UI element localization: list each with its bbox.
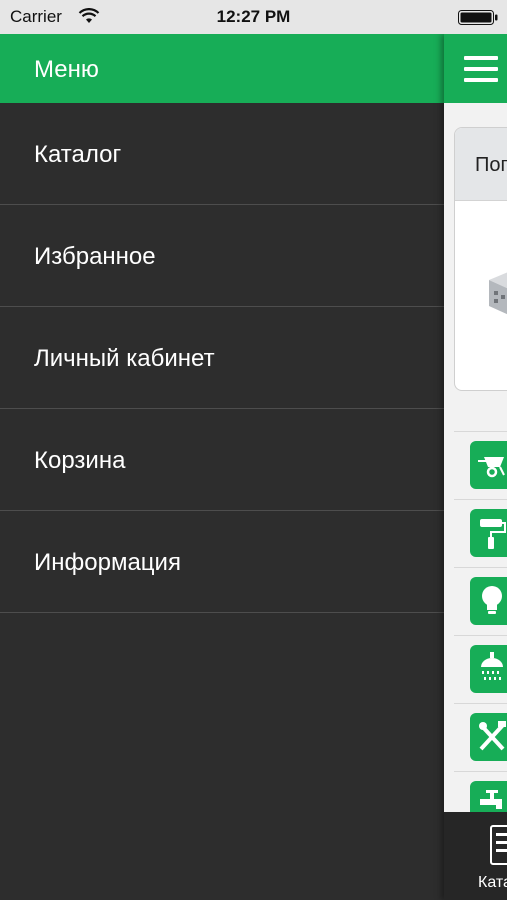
app-screen: Carrier 12:27 PM Меню Каталог Избранное …	[0, 0, 507, 900]
category-row[interactable]	[454, 567, 507, 635]
battery-icon	[458, 10, 498, 25]
shower-icon	[470, 645, 507, 693]
wheelbarrow-icon	[470, 441, 507, 489]
category-row[interactable]	[454, 499, 507, 567]
menu-item-label: Избранное	[34, 243, 156, 270]
tab-bar: Каталог	[444, 812, 507, 900]
promo-card-title: Попу	[475, 154, 507, 176]
category-row[interactable]	[454, 635, 507, 703]
product-image	[489, 272, 507, 315]
menu-item-information[interactable]: Информация	[0, 511, 444, 613]
promo-card[interactable]: Попу	[454, 127, 507, 391]
menu-header: Меню	[0, 34, 444, 103]
tab-catalog-label[interactable]: Каталог	[478, 874, 507, 892]
menu-item-label: Корзина	[34, 447, 126, 474]
category-row[interactable]	[454, 703, 507, 771]
main-content-panel[interactable]: Попу	[444, 34, 507, 900]
menu-item-label: Личный кабинет	[34, 345, 215, 372]
menu-title: Меню	[34, 56, 99, 83]
promo-card-header: Попу	[455, 128, 507, 201]
menu-list: Каталог Избранное Личный кабинет Корзина…	[0, 103, 444, 613]
menu-item-label: Каталог	[34, 141, 122, 168]
main-header	[444, 34, 507, 103]
tools-icon	[470, 713, 507, 761]
status-bar: Carrier 12:27 PM	[0, 0, 507, 34]
category-list	[454, 431, 507, 839]
menu-item-favorites[interactable]: Избранное	[0, 205, 444, 307]
catalog-tab-icon[interactable]	[490, 825, 507, 865]
menu-item-cart[interactable]: Корзина	[0, 409, 444, 511]
menu-item-catalog[interactable]: Каталог	[0, 103, 444, 205]
menu-item-label: Информация	[34, 549, 181, 576]
hamburger-menu-icon[interactable]	[464, 54, 498, 84]
paint-roller-icon	[470, 509, 507, 557]
category-row[interactable]	[454, 431, 507, 499]
menu-item-account[interactable]: Личный кабинет	[0, 307, 444, 409]
status-time: 12:27 PM	[216, 7, 291, 26]
light-bulb-icon	[470, 577, 507, 625]
